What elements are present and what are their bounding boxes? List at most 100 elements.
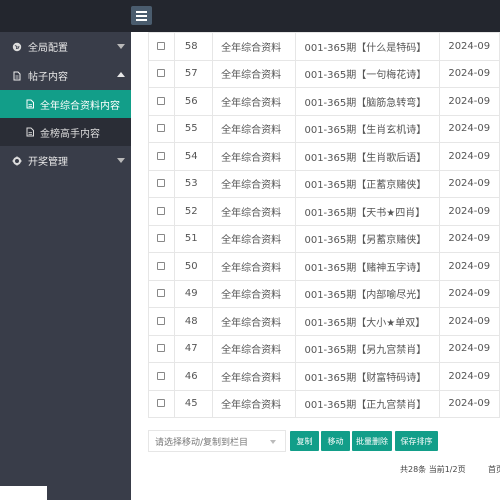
- row-checkbox[interactable]: [157, 41, 166, 50]
- row-select-cell[interactable]: [148, 279, 175, 308]
- menu-toggle-button[interactable]: [131, 6, 152, 25]
- caret-down-icon: [270, 440, 276, 444]
- target-column-select[interactable]: 请选择移动/复制到栏目: [148, 430, 286, 452]
- row-title[interactable]: 001-365期【脑筋急转弯】: [295, 87, 441, 116]
- top-bar: [0, 0, 500, 32]
- row-date: 2024-09: [439, 32, 500, 61]
- row-select-cell[interactable]: [148, 169, 175, 198]
- sub-item-all-data-label: 全年综合资料内容: [40, 100, 120, 112]
- row-checkbox[interactable]: [157, 206, 166, 215]
- table-row[interactable]: 45 全年综合资料 001-365期【正九宫禁肖】 2024-09: [148, 389, 500, 418]
- table-row[interactable]: 50 全年综合资料 001-365期【赌神五字诗】 2024-09: [148, 252, 500, 281]
- row-checkbox[interactable]: [157, 179, 166, 188]
- table-row[interactable]: 53 全年综合资料 001-365期【正蓄京赌侠】 2024-09: [148, 169, 500, 198]
- row-date: 2024-09: [439, 197, 500, 226]
- row-select-cell[interactable]: [148, 114, 175, 143]
- row-title[interactable]: 001-365期【内部喻尽光】: [295, 279, 441, 308]
- copy-button[interactable]: 复制: [290, 431, 319, 451]
- row-checkbox[interactable]: [157, 371, 166, 380]
- nav-posts-label: 帖子内容: [28, 72, 68, 83]
- nav-posts[interactable]: 帖子内容: [0, 61, 131, 90]
- row-id: 50: [173, 252, 214, 281]
- nav-lottery[interactable]: 开奖管理: [0, 146, 131, 175]
- row-category: 全年综合资料: [212, 279, 297, 308]
- row-title[interactable]: 001-365期【一句梅花诗】: [295, 59, 441, 88]
- row-checkbox[interactable]: [157, 289, 166, 298]
- row-title[interactable]: 001-365期【财富特码诗】: [295, 362, 441, 391]
- row-category: 全年综合资料: [212, 334, 297, 363]
- posts-table: 58 全年综合资料 001-365期【什么是特码】 2024-09 57 全年综合资料 00…: [148, 32, 500, 418]
- pager-first-link[interactable]: 首页: [488, 464, 500, 475]
- save-order-button[interactable]: 保存排序: [395, 431, 438, 451]
- table-row[interactable]: 52 全年综合资料 001-365期【天书★四肖】 2024-09: [148, 197, 500, 226]
- row-id: 58: [173, 32, 214, 61]
- batch-delete-button[interactable]: 批量删除: [352, 431, 392, 451]
- row-checkbox[interactable]: [157, 344, 166, 353]
- row-title[interactable]: 001-365期【什么是特码】: [295, 32, 441, 61]
- row-select-cell[interactable]: [148, 197, 175, 226]
- row-checkbox[interactable]: [157, 96, 166, 105]
- row-title[interactable]: 001-365期【生肖玄机诗】: [295, 114, 441, 143]
- row-select-cell[interactable]: [148, 59, 175, 88]
- row-select-cell[interactable]: [148, 142, 175, 171]
- table-row[interactable]: 47 全年综合资料 001-365期【另九宫禁肖】 2024-09: [148, 334, 500, 363]
- table-row[interactable]: 57 全年综合资料 001-365期【一句梅花诗】 2024-09: [148, 59, 500, 88]
- globe-icon: [12, 42, 22, 52]
- row-category: 全年综合资料: [212, 87, 297, 116]
- row-title[interactable]: 001-365期【生肖歌后语】: [295, 142, 441, 171]
- row-select-cell[interactable]: [148, 362, 175, 391]
- table-row[interactable]: 58 全年综合资料 001-365期【什么是特码】 2024-09: [148, 32, 500, 61]
- table-row[interactable]: 54 全年综合资料 001-365期【生肖歌后语】 2024-09: [148, 142, 500, 171]
- row-title[interactable]: 001-365期【正蓄京赌侠】: [295, 169, 441, 198]
- row-date: 2024-09: [439, 389, 500, 418]
- row-checkbox[interactable]: [157, 151, 166, 160]
- row-title[interactable]: 001-365期【正九宫禁肖】: [295, 389, 441, 418]
- chevron-down-icon: [117, 158, 125, 163]
- row-id: 52: [173, 197, 214, 226]
- row-title[interactable]: 001-365期【另蓄京赌侠】: [295, 224, 441, 253]
- row-select-cell[interactable]: [148, 389, 175, 418]
- table-row[interactable]: 51 全年综合资料 001-365期【另蓄京赌侠】 2024-09: [148, 224, 500, 253]
- document-icon: [12, 71, 22, 81]
- table-row[interactable]: 56 全年综合资料 001-365期【脑筋急转弯】 2024-09: [148, 87, 500, 116]
- row-title[interactable]: 001-365期【天书★四肖】: [295, 197, 441, 226]
- row-select-cell[interactable]: [148, 224, 175, 253]
- row-select-cell[interactable]: [148, 32, 175, 61]
- row-category: 全年综合资料: [212, 307, 297, 336]
- row-id: 57: [173, 59, 214, 88]
- row-checkbox[interactable]: [157, 69, 166, 78]
- table-row[interactable]: 48 全年综合资料 001-365期【大小★单双】 2024-09: [148, 307, 500, 336]
- row-category: 全年综合资料: [212, 169, 297, 198]
- row-select-cell[interactable]: [148, 252, 175, 281]
- move-button[interactable]: 移动: [321, 431, 350, 451]
- row-checkbox[interactable]: [157, 234, 166, 243]
- table-row[interactable]: 55 全年综合资料 001-365期【生肖玄机诗】 2024-09: [148, 114, 500, 143]
- row-id: 55: [173, 114, 214, 143]
- nav-global-config-label: 全局配置: [28, 43, 68, 54]
- row-title[interactable]: 001-365期【赌神五字诗】: [295, 252, 441, 281]
- table-row[interactable]: 46 全年综合资料 001-365期【财富特码诗】 2024-09: [148, 362, 500, 391]
- row-title[interactable]: 001-365期【另九宫禁肖】: [295, 334, 441, 363]
- row-id: 48: [173, 307, 214, 336]
- row-category: 全年综合资料: [212, 114, 297, 143]
- row-category: 全年综合资料: [212, 59, 297, 88]
- row-id: 53: [173, 169, 214, 198]
- row-title[interactable]: 001-365期【大小★单双】: [295, 307, 441, 336]
- row-checkbox[interactable]: [157, 261, 166, 270]
- sub-item-all-data[interactable]: 全年综合资料内容: [0, 90, 131, 118]
- row-category: 全年综合资料: [212, 224, 297, 253]
- row-select-cell[interactable]: [148, 307, 175, 336]
- row-select-cell[interactable]: [148, 87, 175, 116]
- row-checkbox[interactable]: [157, 316, 166, 325]
- posts-submenu: 全年综合资料内容 金榜高手内容: [0, 90, 131, 146]
- row-checkbox[interactable]: [157, 399, 166, 408]
- nav-global-config[interactable]: 全局配置: [0, 32, 131, 61]
- sub-item-gold-label: 金榜高手内容: [40, 128, 100, 140]
- row-select-cell[interactable]: [148, 334, 175, 363]
- row-checkbox[interactable]: [157, 124, 166, 133]
- sub-item-gold[interactable]: 金榜高手内容: [0, 118, 131, 146]
- table-row[interactable]: 49 全年综合资料 001-365期【内部喻尽光】 2024-09: [148, 279, 500, 308]
- main-content: 58 全年综合资料 001-365期【什么是特码】 2024-09 57 全年综合资料 00…: [131, 32, 500, 500]
- action-bar: 请选择移动/复制到栏目 复制 移动 批量删除 保存排序: [148, 430, 500, 452]
- row-date: 2024-09: [439, 224, 500, 253]
